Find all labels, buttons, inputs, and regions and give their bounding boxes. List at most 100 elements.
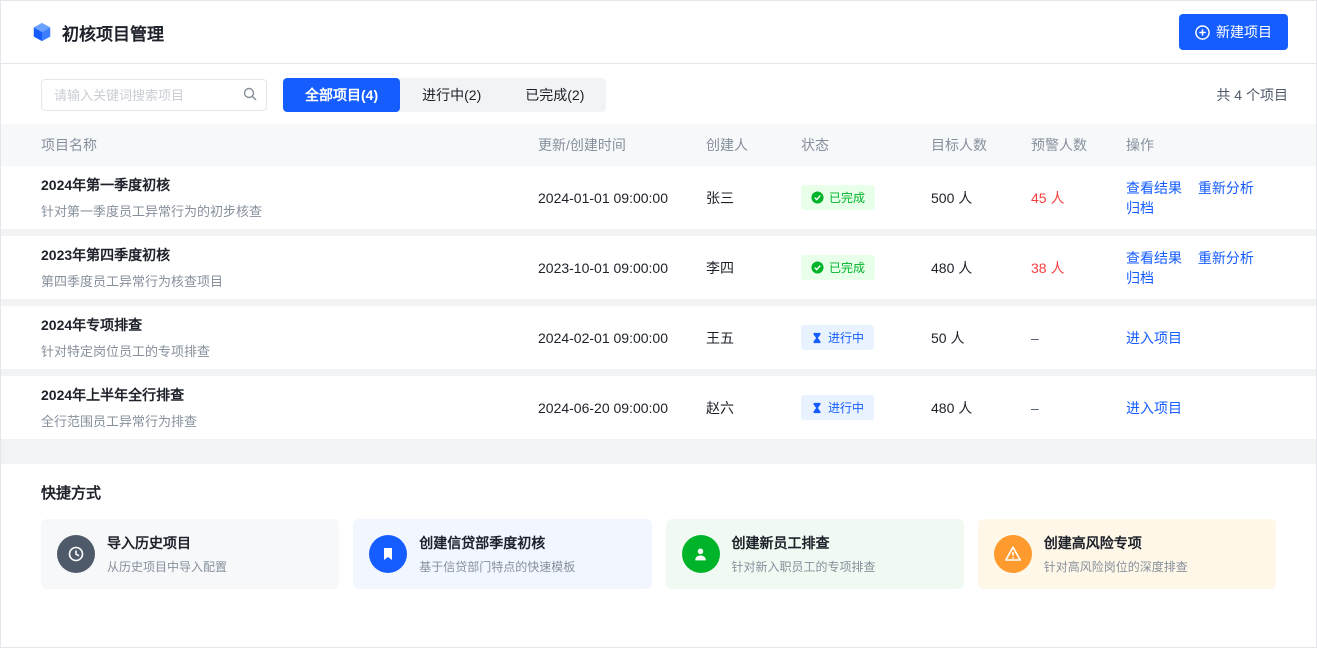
- project-name-cell: 2024年专项排查 针对特定岗位员工的专项排查: [41, 315, 538, 360]
- shortcut-text: 创建高风险专项 针对高风险岗位的深度排查: [1044, 533, 1188, 575]
- table-row: 2024年专项排查 针对特定岗位员工的专项排查 2024-02-01 09:00…: [1, 306, 1316, 376]
- cube-logo-icon: [31, 21, 53, 43]
- status-cell: 已完成: [801, 185, 931, 210]
- actions-cell: 进入项目: [1126, 328, 1276, 348]
- search-input[interactable]: [41, 79, 267, 111]
- warning-count: 38 人: [1031, 258, 1126, 278]
- warning-triangle-icon: [994, 535, 1032, 573]
- col-header-target-count: 目标人数: [931, 135, 1031, 155]
- view-results-link[interactable]: 查看结果: [1126, 250, 1182, 266]
- shortcut-text: 创建信贷部季度初核 基于信贷部门特点的快速模板: [419, 533, 575, 575]
- col-header-warning-count: 预警人数: [1031, 135, 1126, 155]
- project-name: 2024年专项排查: [41, 315, 538, 335]
- project-name-cell: 2024年上半年全行排查 全行范围员工异常行为排查: [41, 385, 538, 430]
- reanalyze-link[interactable]: 重新分析: [1198, 180, 1254, 196]
- header-left: 初核项目管理: [31, 20, 164, 45]
- shortcut-high-risk-special[interactable]: 创建高风险专项 针对高风险岗位的深度排查: [978, 519, 1276, 589]
- status-badge-completed: 已完成: [801, 185, 875, 210]
- status-cell: 进行中: [801, 325, 931, 350]
- project-time: 2024-02-01 09:00:00: [538, 330, 706, 346]
- actions-cell: 查看结果 重新分析 归档: [1126, 248, 1276, 288]
- project-name: 2024年第一季度初核: [41, 175, 538, 195]
- warning-count: 45 人: [1031, 188, 1126, 208]
- status-badge-completed: 已完成: [801, 255, 875, 280]
- search-icon[interactable]: [242, 86, 258, 102]
- preliminary-review-project-management-page: 初核项目管理 新建项目 全部项目(4): [0, 0, 1317, 648]
- shortcut-title: 创建高风险专项: [1044, 533, 1188, 553]
- project-name-cell: 2023年第四季度初核 第四季度员工异常行为核查项目: [41, 245, 538, 290]
- status-label: 进行中: [828, 329, 864, 346]
- tab-all-projects[interactable]: 全部项目(4): [283, 78, 400, 112]
- warning-count: –: [1031, 330, 1126, 346]
- shortcut-title: 创建新员工排查: [732, 533, 876, 553]
- shortcut-text: 导入历史项目 从历史项目中导入配置: [107, 533, 227, 575]
- tab-in-progress[interactable]: 进行中(2): [400, 78, 503, 112]
- tab-completed[interactable]: 已完成(2): [503, 78, 606, 112]
- status-badge-in-progress: 进行中: [801, 325, 874, 350]
- page-title: 初核项目管理: [62, 20, 164, 45]
- target-count: 50 人: [931, 328, 1031, 348]
- project-name: 2023年第四季度初核: [41, 245, 538, 265]
- archive-link[interactable]: 归档: [1126, 270, 1154, 286]
- check-circle-icon: [811, 261, 824, 274]
- shortcut-description: 针对新入职员工的专项排查: [732, 558, 876, 575]
- shortcut-description: 基于信贷部门特点的快速模板: [419, 558, 575, 575]
- target-count: 500 人: [931, 188, 1031, 208]
- project-name: 2024年上半年全行排查: [41, 385, 538, 405]
- hourglass-icon: [811, 332, 823, 344]
- reanalyze-link[interactable]: 重新分析: [1198, 250, 1254, 266]
- shortcut-credit-dept-review[interactable]: 创建信贷部季度初核 基于信贷部门特点的快速模板: [353, 519, 651, 589]
- search-box: [41, 79, 267, 111]
- toolbar: 全部项目(4) 进行中(2) 已完成(2) 共 4 个项目: [1, 64, 1316, 124]
- col-header-actions: 操作: [1126, 135, 1276, 155]
- table-row: 2024年上半年全行排查 全行范围员工异常行为排查 2024-06-20 09:…: [1, 376, 1316, 446]
- actions-cell: 查看结果 重新分析 归档: [1126, 178, 1276, 218]
- project-time: 2024-01-01 09:00:00: [538, 190, 706, 206]
- status-cell: 进行中: [801, 395, 931, 420]
- table-header-row: 项目名称 更新/创建时间 创建人 状态 目标人数 预警人数 操作: [1, 124, 1316, 166]
- person-icon: [682, 535, 720, 573]
- table-row: 2024年第一季度初核 针对第一季度员工异常行为的初步核查 2024-01-01…: [1, 166, 1316, 236]
- shortcut-text: 创建新员工排查 针对新入职员工的专项排查: [732, 533, 876, 575]
- total-project-count: 共 4 个项目: [1216, 85, 1288, 105]
- project-description: 针对特定岗位员工的专项排查: [41, 341, 538, 360]
- actions-cell: 进入项目: [1126, 398, 1276, 418]
- status-label: 已完成: [829, 259, 865, 276]
- view-results-link[interactable]: 查看结果: [1126, 180, 1182, 196]
- status-label: 进行中: [828, 399, 864, 416]
- status-cell: 已完成: [801, 255, 931, 280]
- bookmark-icon: [369, 535, 407, 573]
- plus-circle-icon: [1195, 25, 1210, 40]
- enter-project-link[interactable]: 进入项目: [1126, 400, 1182, 416]
- project-description: 全行范围员工异常行为排查: [41, 411, 538, 430]
- status-badge-in-progress: 进行中: [801, 395, 874, 420]
- project-description: 第四季度员工异常行为核查项目: [41, 271, 538, 290]
- enter-project-link[interactable]: 进入项目: [1126, 330, 1182, 346]
- project-creator: 王五: [706, 328, 801, 348]
- new-project-button-label: 新建项目: [1216, 22, 1272, 42]
- project-filter-tabs: 全部项目(4) 进行中(2) 已完成(2): [283, 78, 606, 112]
- col-header-time: 更新/创建时间: [538, 135, 706, 155]
- project-time: 2024-06-20 09:00:00: [538, 400, 706, 416]
- shortcut-description: 从历史项目中导入配置: [107, 558, 227, 575]
- check-circle-icon: [811, 191, 824, 204]
- new-project-button[interactable]: 新建项目: [1179, 14, 1288, 50]
- shortcut-new-employee-screening[interactable]: 创建新员工排查 针对新入职员工的专项排查: [666, 519, 964, 589]
- target-count: 480 人: [931, 398, 1031, 418]
- project-creator: 赵六: [706, 398, 801, 418]
- table-row: 2023年第四季度初核 第四季度员工异常行为核查项目 2023-10-01 09…: [1, 236, 1316, 306]
- hourglass-icon: [811, 402, 823, 414]
- col-header-creator: 创建人: [706, 135, 801, 155]
- status-label: 已完成: [829, 189, 865, 206]
- target-count: 480 人: [931, 258, 1031, 278]
- archive-link[interactable]: 归档: [1126, 200, 1154, 216]
- shortcut-title: 创建信贷部季度初核: [419, 533, 575, 553]
- page-header: 初核项目管理 新建项目: [1, 1, 1316, 64]
- warning-count: –: [1031, 400, 1126, 416]
- shortcuts-title: 快捷方式: [41, 482, 1276, 503]
- project-description: 针对第一季度员工异常行为的初步核查: [41, 201, 538, 220]
- col-header-project-name: 项目名称: [41, 135, 538, 155]
- shortcut-import-history[interactable]: 导入历史项目 从历史项目中导入配置: [41, 519, 339, 589]
- history-clock-icon: [57, 535, 95, 573]
- shortcut-cards: 导入历史项目 从历史项目中导入配置 创建信贷部季度初核 基于信贷部门特点的快速模…: [41, 519, 1276, 589]
